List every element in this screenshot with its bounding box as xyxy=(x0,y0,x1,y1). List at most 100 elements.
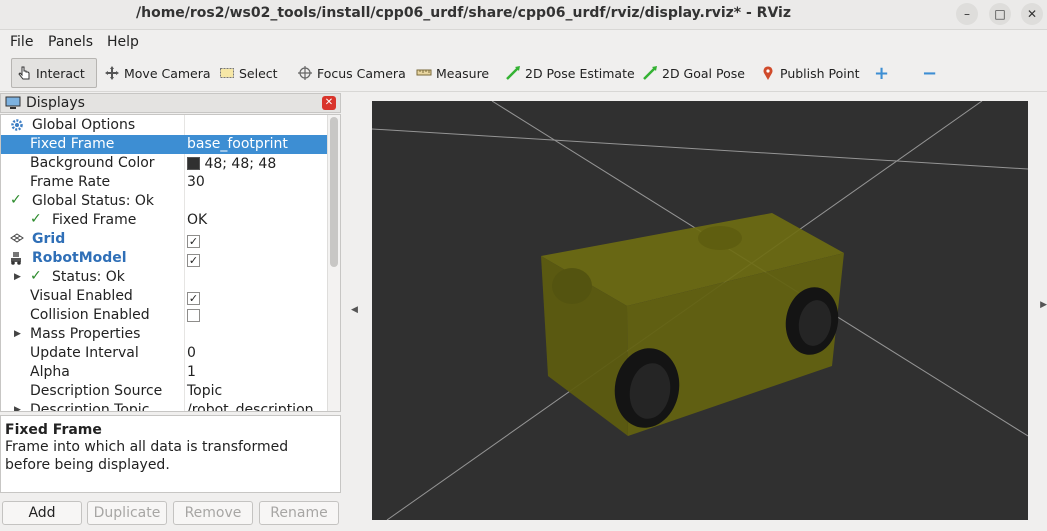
tree-row-label: Grid xyxy=(32,231,66,247)
tree-row-description-topic[interactable]: ▶ Description Topic /robot_description xyxy=(1,401,328,412)
displays-panel-header: Displays ✕ xyxy=(0,93,341,113)
tree-row-status-fixed-frame[interactable]: ✓ Fixed Frame OK xyxy=(1,211,328,230)
panel-splitter[interactable]: ◀ xyxy=(341,93,372,531)
focus-camera-tool-label: Focus Camera xyxy=(317,65,406,81)
update-interval-value[interactable]: 0 xyxy=(187,345,196,361)
tree-row-robot-status[interactable]: ▶ ✓ Status: Ok xyxy=(1,268,328,287)
select-tool-button[interactable]: Select xyxy=(215,58,282,88)
interact-tool-button[interactable]: Interact xyxy=(11,58,97,88)
tree-row-label: Mass Properties xyxy=(30,326,141,342)
description-title: Fixed Frame xyxy=(5,422,102,438)
menu-help[interactable]: Help xyxy=(107,34,139,50)
remove-tool-button[interactable]: − xyxy=(918,58,941,88)
green-arrow-icon xyxy=(642,65,658,81)
green-check-icon: ✓ xyxy=(30,268,42,284)
tree-row-description-source[interactable]: Description Source Topic xyxy=(1,382,328,401)
measure-tool-button[interactable]: Measure xyxy=(412,58,493,88)
menu-file[interactable]: File xyxy=(10,34,33,50)
tree-row-robot-model[interactable]: RobotModel ✓ xyxy=(1,249,328,268)
measure-tool-label: Measure xyxy=(436,65,490,81)
collapse-right-icon[interactable]: ▶ xyxy=(1040,300,1047,310)
visual-enabled-checkbox[interactable]: ✓ xyxy=(187,288,200,305)
description-topic-value[interactable]: /robot_description xyxy=(187,402,314,411)
green-check-icon: ✓ xyxy=(10,192,22,208)
maximize-button[interactable]: □ xyxy=(989,3,1011,25)
crosshair-icon xyxy=(297,65,313,81)
alpha-value[interactable]: 1 xyxy=(187,364,196,380)
close-window-button[interactable]: ✕ xyxy=(1021,3,1043,25)
menu-panels[interactable]: Panels xyxy=(48,34,93,50)
tree-row-update-interval[interactable]: Update Interval 0 xyxy=(1,344,328,363)
publish-point-tool-button[interactable]: Publish Point xyxy=(756,58,864,88)
expand-arrow-icon[interactable]: ▶ xyxy=(14,405,21,411)
tree-row-background-color[interactable]: Background Color 48; 48; 48 xyxy=(1,154,328,173)
tree-row-fixed-frame[interactable]: Fixed Frame base_footprint xyxy=(1,135,328,154)
tree-row-label: Global Options xyxy=(32,117,136,133)
tree-row-label: Description Source xyxy=(30,383,163,399)
monitor-icon xyxy=(5,96,21,114)
close-panel-icon[interactable]: ✕ xyxy=(322,96,336,110)
tree-row-collision-enabled[interactable]: Collision Enabled xyxy=(1,306,328,325)
remove-display-button[interactable]: Remove xyxy=(173,501,253,525)
gear-icon xyxy=(10,118,24,136)
tree-row-alpha[interactable]: Alpha 1 xyxy=(1,363,328,382)
description-source-value[interactable]: Topic xyxy=(187,383,222,399)
rename-display-button[interactable]: Rename xyxy=(259,501,339,525)
expand-arrow-icon[interactable]: ▶ xyxy=(14,329,21,339)
scrollbar-thumb[interactable] xyxy=(330,117,338,267)
expand-arrow-icon[interactable]: ▶ xyxy=(14,272,21,282)
add-display-button[interactable]: Add xyxy=(2,501,82,525)
window-titlebar: /home/ros2/ws02_tools/install/cpp06_urdf… xyxy=(0,0,1047,30)
minus-icon: − xyxy=(922,62,938,84)
tree-row-label: Alpha xyxy=(30,364,70,380)
tree-row-label: Fixed Frame xyxy=(30,136,115,152)
goal-pose-tool-label: 2D Goal Pose xyxy=(662,65,745,81)
checkbox[interactable] xyxy=(187,309,200,322)
goal-pose-tool-button[interactable]: 2D Goal Pose xyxy=(638,58,749,88)
select-box-icon xyxy=(219,65,235,81)
tool-bar: Interact Move Camera Select Focus Camera… xyxy=(0,54,1047,92)
robot-model xyxy=(541,213,844,436)
ruler-icon xyxy=(416,65,432,81)
add-tool-button[interactable]: + xyxy=(870,58,893,88)
render-viewport[interactable] xyxy=(372,101,1028,520)
green-check-icon: ✓ xyxy=(30,211,42,227)
checkbox[interactable]: ✓ xyxy=(187,292,200,305)
tree-row-visual-enabled[interactable]: Visual Enabled ✓ xyxy=(1,287,328,306)
fixed-frame-value[interactable]: base_footprint xyxy=(187,136,288,152)
tree-row-label: Update Interval xyxy=(30,345,139,361)
focus-camera-tool-button[interactable]: Focus Camera xyxy=(293,58,410,88)
tree-row-global-status[interactable]: ✓ Global Status: Ok xyxy=(1,192,328,211)
displays-panel-title: Displays xyxy=(26,95,85,111)
robot-icon xyxy=(9,251,25,269)
move-arrows-icon xyxy=(104,65,120,81)
tree-row-grid[interactable]: Grid ✓ xyxy=(1,230,328,249)
publish-point-tool-label: Publish Point xyxy=(780,65,860,81)
duplicate-display-button[interactable]: Duplicate xyxy=(87,501,167,525)
tree-scrollbar[interactable] xyxy=(327,115,340,411)
frame-rate-value[interactable]: 30 xyxy=(187,174,205,190)
robot-model-enabled-checkbox[interactable]: ✓ xyxy=(187,250,200,267)
tree-row-mass-properties[interactable]: ▶ Mass Properties xyxy=(1,325,328,344)
pose-estimate-tool-button[interactable]: 2D Pose Estimate xyxy=(501,58,639,88)
tree-row-global-options[interactable]: Global Options xyxy=(1,116,328,135)
select-tool-label: Select xyxy=(239,65,278,81)
tree-row-label: Status: Ok xyxy=(52,269,125,285)
tree-row-frame-rate[interactable]: Frame Rate 30 xyxy=(1,173,328,192)
tree-row-label: Description Topic xyxy=(30,402,150,412)
minimize-button[interactable]: – xyxy=(956,3,978,25)
tree-row-label: Fixed Frame xyxy=(52,212,137,228)
collision-enabled-checkbox[interactable] xyxy=(187,307,200,324)
scene-graphic xyxy=(372,101,1028,520)
tree-row-label: Global Status: Ok xyxy=(32,193,155,209)
checkbox[interactable]: ✓ xyxy=(187,254,200,267)
background-color-value[interactable]: 48; 48; 48 xyxy=(187,155,276,172)
tree-row-label: Background Color xyxy=(30,155,155,171)
checkbox[interactable]: ✓ xyxy=(187,235,200,248)
move-camera-tool-button[interactable]: Move Camera xyxy=(100,58,215,88)
green-arrow-icon xyxy=(505,65,521,81)
collapse-left-icon[interactable]: ◀ xyxy=(351,305,358,315)
background-color-text: 48; 48; 48 xyxy=(204,156,277,172)
interact-tool-label: Interact xyxy=(36,65,85,81)
grid-enabled-checkbox[interactable]: ✓ xyxy=(187,231,200,248)
